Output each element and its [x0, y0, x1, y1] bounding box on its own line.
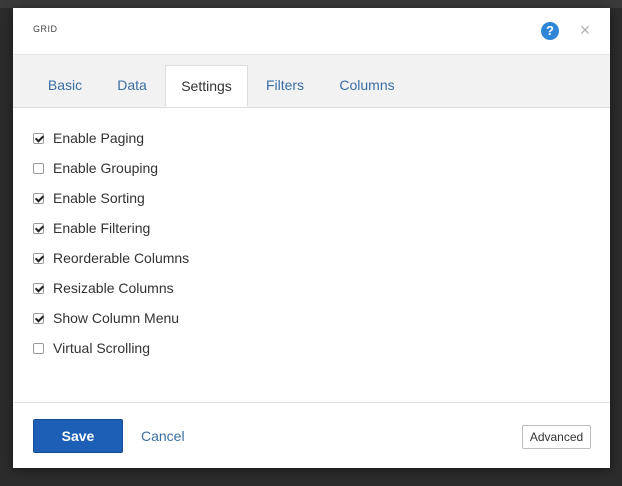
tab-bar: Basic Data Settings Filters Columns	[13, 55, 610, 108]
option-label: Show Column Menu	[53, 310, 180, 326]
option-enable-filtering[interactable]: Enable Filtering	[33, 218, 150, 238]
option-label: Enable Sorting	[53, 190, 145, 206]
dialog-title: GRID	[33, 24, 58, 34]
tab-data[interactable]: Data	[105, 65, 159, 107]
tab-basic[interactable]: Basic	[37, 65, 93, 107]
enable-grouping-checkbox[interactable]	[33, 162, 44, 174]
reorderable-columns-checkbox[interactable]	[33, 252, 44, 264]
option-show-column-menu[interactable]: Show Column Menu	[33, 308, 179, 328]
option-reorderable-columns[interactable]: Reorderable Columns	[33, 248, 189, 268]
background-app-strip	[0, 0, 622, 8]
resizable-columns-checkbox[interactable]	[33, 282, 44, 294]
enable-sorting-checkbox[interactable]	[33, 192, 44, 204]
option-label: Resizable Columns	[53, 280, 174, 296]
advanced-button[interactable]: Advanced	[522, 425, 591, 449]
grid-settings-dialog: GRID ? × Basic Data Settings Filters Col…	[13, 8, 610, 468]
virtual-scrolling-checkbox[interactable]	[33, 342, 44, 354]
close-icon[interactable]: ×	[577, 20, 593, 40]
option-label: Enable Grouping	[53, 160, 159, 176]
option-label: Enable Paging	[53, 130, 145, 146]
option-enable-paging[interactable]: Enable Paging	[33, 128, 144, 148]
enable-filtering-checkbox[interactable]	[33, 222, 44, 234]
option-label: Reorderable Columns	[53, 250, 190, 266]
tab-filters[interactable]: Filters	[258, 65, 312, 107]
option-enable-grouping[interactable]: Enable Grouping	[33, 158, 158, 178]
tab-settings[interactable]: Settings	[165, 65, 248, 107]
save-button[interactable]: Save	[33, 419, 123, 453]
dialog-header: GRID ? ×	[13, 8, 610, 55]
option-enable-sorting[interactable]: Enable Sorting	[33, 188, 145, 208]
question-circle-icon[interactable]: ?	[541, 22, 559, 40]
option-label: Virtual Scrolling	[53, 340, 151, 356]
enable-paging-checkbox[interactable]	[33, 132, 44, 144]
settings-panel: Enable Paging Enable Grouping Enable Sor…	[13, 108, 610, 402]
show-column-menu-checkbox[interactable]	[33, 312, 44, 324]
option-virtual-scrolling[interactable]: Virtual Scrolling	[33, 338, 150, 358]
option-label: Enable Filtering	[53, 220, 151, 236]
cancel-link[interactable]: Cancel	[141, 428, 185, 444]
option-resizable-columns[interactable]: Resizable Columns	[33, 278, 174, 298]
dialog-footer: Save Cancel Advanced	[13, 402, 610, 468]
tab-columns[interactable]: Columns	[328, 65, 406, 107]
